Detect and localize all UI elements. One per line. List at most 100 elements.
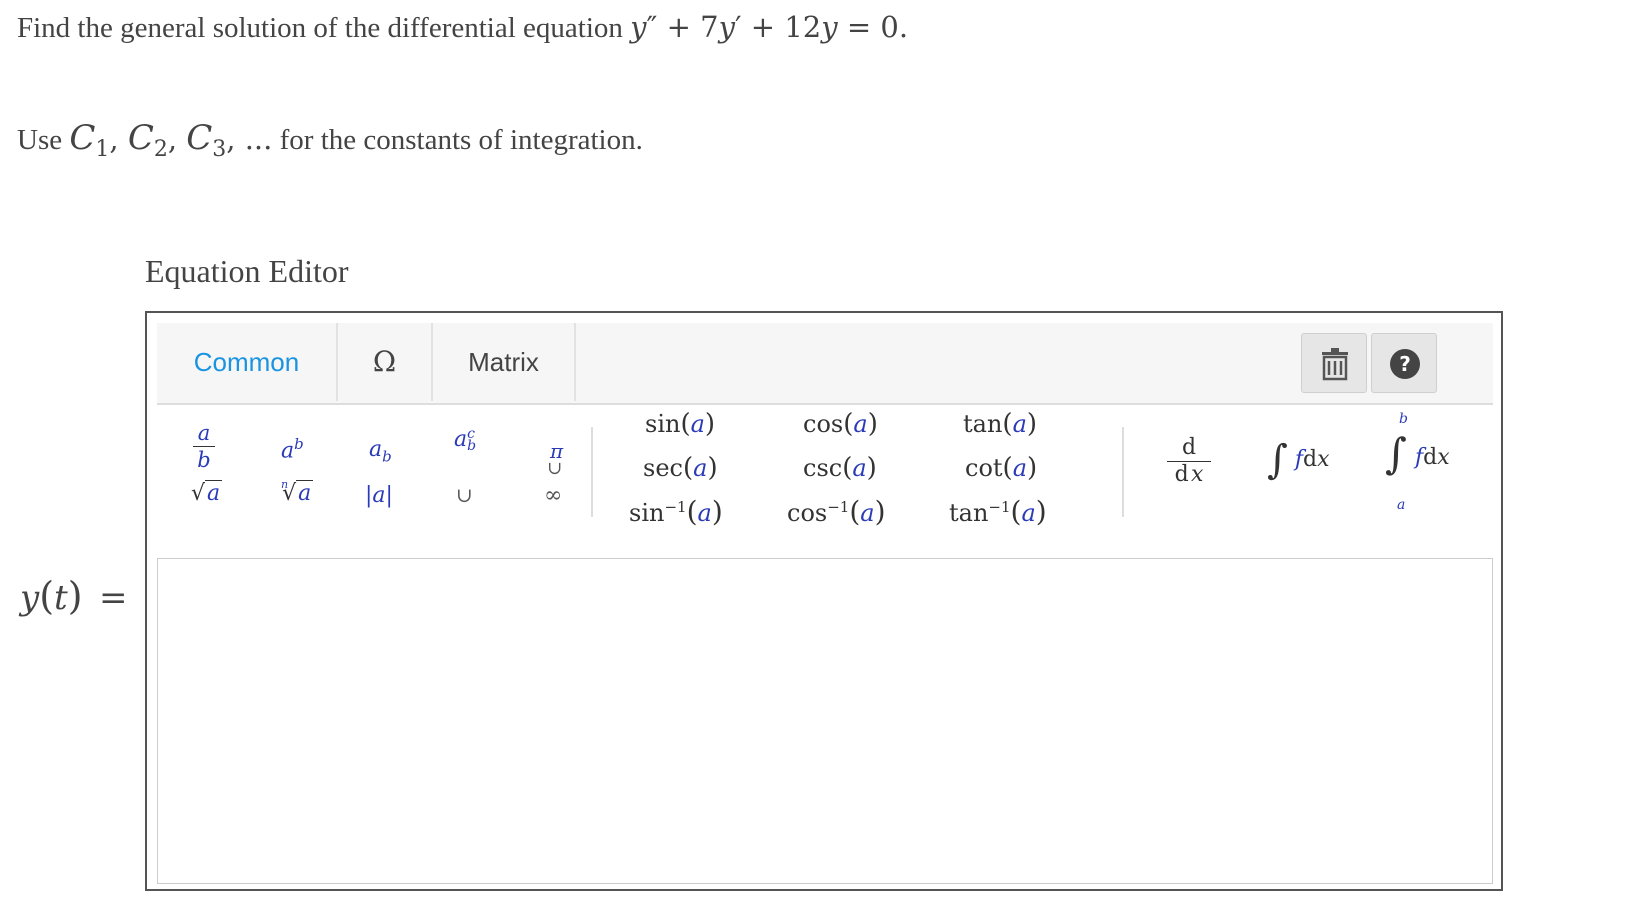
palette-d: d [1174,462,1189,487]
palette-var: a [690,410,705,438]
paren: ( [1002,453,1013,483]
integral-button[interactable]: ∫ fdx [1267,437,1330,483]
help-glyph: ? [1399,352,1411,376]
superscript-button[interactable]: ab [281,435,304,463]
constant-c2: C [127,118,154,158]
palette-var: a [1021,499,1036,527]
sqrt-button[interactable]: √a [191,480,223,506]
answer-label-y: y [20,578,40,618]
constant-c3: C [186,118,213,158]
palette-var: a [860,499,875,527]
paren: ( [39,574,55,618]
tab-common[interactable]: Common [157,323,338,401]
derivative-button[interactable]: d d x [1167,435,1211,488]
superset-symbol: ⊃ [544,460,566,477]
palette-var: b [1399,411,1408,427]
eq-plus: + [657,10,701,44]
clear-button[interactable] [1301,333,1367,393]
equals-sign: = [99,578,128,618]
palette-var: a [197,421,211,445]
fn-name: cot [965,454,1003,482]
eq-coef-12: 12 [784,10,822,44]
fn-name: csc [803,454,843,482]
tab-matrix[interactable]: Matrix [433,323,576,401]
subscript-2: 2 [153,136,168,162]
fraction-button[interactable]: a b [189,421,219,472]
answer-label: y(t) = [20,574,128,618]
palette-var: b [197,448,211,472]
trash-icon [1322,348,1348,381]
palette-var: a [1012,454,1028,482]
tan-button[interactable]: tan(a) [963,409,1037,439]
eq-equals: = [837,10,881,44]
eq-coef-7: 7 [700,10,719,44]
eq-prime: ′ [734,10,742,44]
palette-var: a [852,454,867,482]
paren: ) [711,495,723,528]
sin-button[interactable]: sin(a) [645,409,715,439]
sec-button[interactable]: sec(a) [643,453,718,483]
fn-name: cos [803,410,844,438]
palette-d: d [1423,445,1438,470]
csc-button[interactable]: csc(a) [803,453,877,483]
answer-label-t: t [54,578,68,618]
subscript-1: 1 [95,136,110,162]
palette-var: f [1294,447,1303,472]
eq-y: y [630,10,647,44]
fn-name: tan [963,410,1003,438]
nth-root-button[interactable]: n√a [275,478,314,506]
arcsin-button[interactable]: sin−1(a) [629,495,723,528]
arccos-button[interactable]: cos−1(a) [787,495,886,528]
fn-name: sin [645,410,681,438]
pi-button[interactable]: π [550,439,563,463]
eq-zero: 0 [880,10,899,44]
eq-period: . [898,10,909,44]
palette-var: b [382,447,392,466]
palette-d: d [1181,435,1197,460]
palette-var: a [205,480,223,506]
infinity-button[interactable]: ∞ [544,483,562,508]
inverse-exponent: −1 [988,498,1011,516]
question-line-2: Use C1, C2, C3, ... for the constants of… [17,118,643,162]
fn-name: tan [949,499,989,527]
palette-var: a [697,499,712,527]
inverse-exponent: −1 [827,498,850,516]
question-line-1: Find the general solution of the differe… [17,10,908,45]
cos-button[interactable]: cos(a) [803,409,878,439]
subscript-3: 3 [212,136,227,162]
eq-y: y [821,10,838,44]
paren: ) [1026,409,1038,439]
palette-divider [591,427,593,517]
radical-sign: √ [191,481,206,506]
paren: ) [704,409,716,439]
abs-symbol: |a| [365,483,393,508]
fn-name: sin [629,499,665,527]
subscript-button[interactable]: ab [369,437,392,465]
eq-plus: + [741,10,785,44]
fn-name: cos [787,499,828,527]
answer-input[interactable] [157,558,1493,884]
comma: , [226,122,245,156]
cot-button[interactable]: cot(a) [965,453,1037,483]
paren: ( [843,409,854,439]
integral-symbol: ∫ [1267,437,1288,483]
palette-var: a [693,454,708,482]
palette-var: a [1397,497,1406,513]
paren: ) [1027,453,1038,483]
constant-c1: C [69,118,96,158]
comma: , [167,122,187,156]
help-button[interactable]: ? [1371,333,1437,393]
paren: ) [707,453,718,483]
union-button[interactable]: ∪ [456,483,473,507]
tab-symbols[interactable]: Ω [338,323,433,401]
absolute-value-button[interactable]: |a| [365,483,393,508]
symbol-palette: a b ab ab acb π √a n√a |a| ∪ ⊃ ∞ sin(a) … [157,405,1493,528]
paren: ) [867,409,878,439]
superset-button[interactable]: ⊃ [544,461,565,476]
subsup-button[interactable]: acb [454,427,476,453]
comma: , [109,122,128,156]
paren: ( [1002,409,1013,439]
palette-var: a [454,427,468,452]
arctan-button[interactable]: tan−1(a) [949,495,1047,528]
definite-integral-button[interactable]: b ∫ fdx a [1385,411,1485,521]
